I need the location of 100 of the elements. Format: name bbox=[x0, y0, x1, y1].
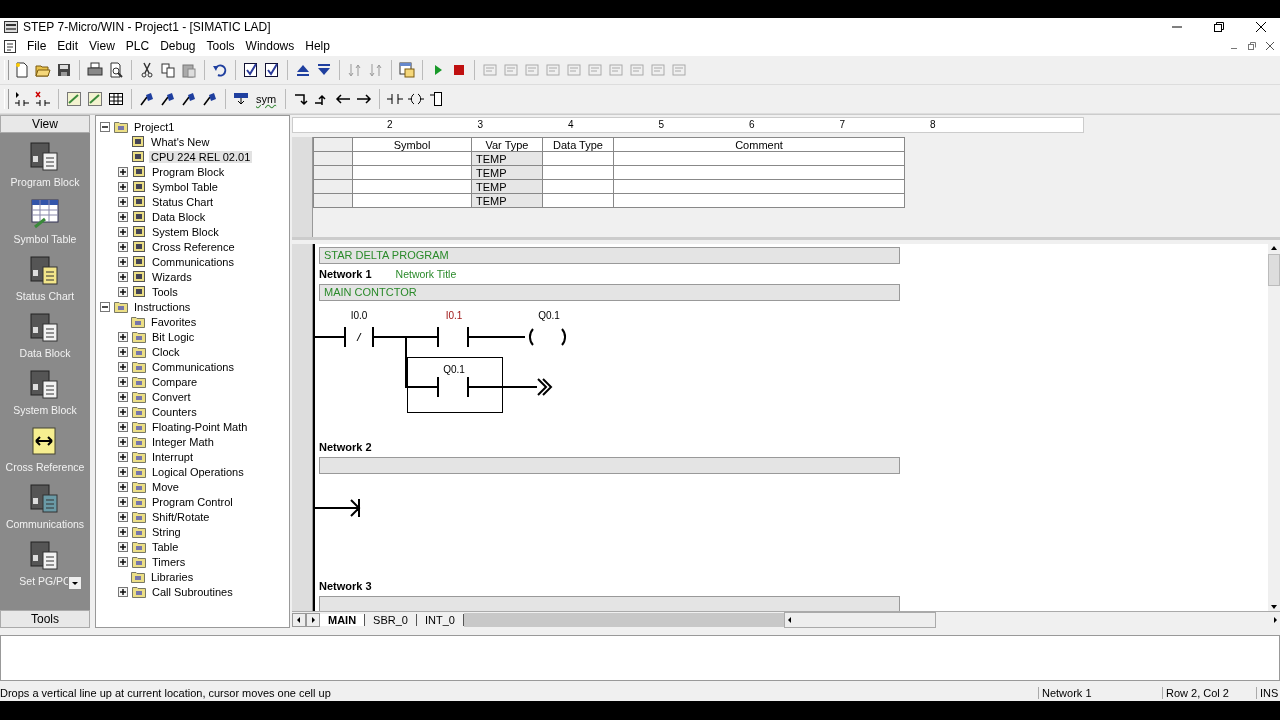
tree-item[interactable]: Cross Reference bbox=[150, 240, 237, 253]
tab[interactable]: MAIN bbox=[320, 614, 366, 626]
expand-icon[interactable] bbox=[118, 586, 128, 597]
expand-icon[interactable] bbox=[118, 406, 128, 417]
expand-icon[interactable] bbox=[118, 496, 128, 507]
normally-closed-contact[interactable] bbox=[344, 326, 374, 348]
table-cell[interactable] bbox=[613, 151, 905, 166]
expand-icon[interactable] bbox=[118, 181, 128, 192]
expand-icon[interactable] bbox=[118, 241, 128, 252]
plc-module-icon[interactable] bbox=[29, 539, 61, 571]
program-comment[interactable]: STAR DELTA PROGRAM bbox=[319, 247, 900, 264]
menu-item[interactable]: Debug bbox=[157, 39, 204, 53]
tree-item[interactable]: Logical Operations bbox=[150, 465, 246, 478]
operand-label[interactable]: I0.0 bbox=[350, 310, 368, 321]
tree-item[interactable]: Call Subroutines bbox=[150, 585, 235, 598]
expand-icon[interactable] bbox=[118, 541, 128, 552]
tree-item[interactable]: Floating-Point Math bbox=[150, 420, 250, 433]
menu-item[interactable]: Tools bbox=[203, 39, 243, 53]
tree-item[interactable]: Counters bbox=[150, 405, 199, 418]
symbol-button[interactable]: sym bbox=[254, 93, 279, 105]
table-cell[interactable] bbox=[542, 151, 614, 166]
document-icon[interactable] bbox=[4, 39, 18, 53]
tree-item[interactable]: Program Control bbox=[150, 495, 235, 508]
contact-icon[interactable] bbox=[387, 91, 404, 107]
plc-module-icon[interactable] bbox=[29, 368, 61, 400]
stop-icon[interactable] bbox=[451, 62, 467, 78]
print-preview-icon[interactable] bbox=[108, 62, 124, 78]
delete-network-icon[interactable] bbox=[35, 91, 51, 107]
menu-item[interactable]: Windows bbox=[242, 39, 303, 53]
expand-icon[interactable] bbox=[118, 226, 128, 237]
close-icon[interactable] bbox=[1266, 42, 1274, 50]
expand-icon[interactable] bbox=[118, 391, 128, 402]
expand-icon[interactable] bbox=[118, 256, 128, 267]
open-wire-arrow[interactable] bbox=[315, 498, 361, 518]
restore-icon[interactable] bbox=[1214, 22, 1224, 32]
tree-item[interactable]: Project1 bbox=[132, 120, 177, 133]
horizontal-scrollbar[interactable] bbox=[783, 612, 936, 628]
print-icon[interactable] bbox=[87, 62, 103, 78]
tree-item[interactable]: Symbol Table bbox=[150, 180, 220, 193]
tree-item[interactable]: What's New bbox=[149, 135, 212, 148]
operand-label[interactable]: I0.1 bbox=[445, 310, 463, 321]
tree-item[interactable]: Interrupt bbox=[150, 450, 195, 463]
scroll-up-icon[interactable] bbox=[1269, 244, 1279, 252]
tree-item[interactable]: Timers bbox=[150, 555, 188, 568]
scroll-down-icon[interactable] bbox=[1269, 603, 1279, 611]
collapse-icon[interactable] bbox=[100, 301, 110, 312]
save-icon[interactable] bbox=[56, 62, 72, 78]
table-cell[interactable] bbox=[352, 165, 472, 180]
tree-item[interactable]: Program Block bbox=[150, 165, 227, 178]
bookmark-icon[interactable] bbox=[160, 91, 176, 107]
copy-icon[interactable] bbox=[160, 62, 176, 78]
tree-item[interactable]: Compare bbox=[150, 375, 200, 388]
table-cell[interactable] bbox=[613, 179, 905, 194]
table-cell[interactable] bbox=[542, 165, 614, 180]
tree-item[interactable]: Integer Math bbox=[150, 435, 216, 448]
table-cell[interactable] bbox=[613, 193, 905, 208]
network-comment[interactable]: MAIN CONTCTOR bbox=[319, 284, 900, 301]
bookmark-icon[interactable] bbox=[181, 91, 197, 107]
table-icon[interactable] bbox=[29, 197, 61, 229]
expand-icon[interactable] bbox=[118, 166, 128, 177]
plc-module-icon[interactable] bbox=[29, 482, 61, 514]
plc-module-icon[interactable] bbox=[29, 140, 61, 172]
window-icon[interactable] bbox=[399, 62, 415, 78]
tree-item[interactable]: Convert bbox=[150, 390, 193, 403]
expand-icon[interactable] bbox=[118, 511, 128, 522]
cut-icon[interactable] bbox=[139, 62, 155, 78]
table-cell[interactable] bbox=[352, 193, 472, 208]
expand-icon[interactable] bbox=[118, 436, 128, 447]
tree-item[interactable]: Clock bbox=[150, 345, 182, 358]
menu-item[interactable]: PLC bbox=[122, 39, 158, 53]
tab[interactable]: INT_0 bbox=[416, 614, 464, 626]
expand-icon[interactable] bbox=[118, 211, 128, 222]
table-cell[interactable] bbox=[352, 151, 472, 166]
grid-icon[interactable] bbox=[108, 91, 124, 107]
plc-module-icon[interactable] bbox=[29, 254, 61, 286]
operand-label[interactable]: Q0.1 bbox=[443, 364, 465, 375]
tree-item[interactable]: CPU 224 REL 02.01 bbox=[149, 150, 253, 163]
coil-icon[interactable] bbox=[408, 91, 425, 107]
table-cell[interactable] bbox=[352, 179, 472, 194]
menu-item[interactable]: Help bbox=[302, 39, 338, 53]
expand-icon[interactable] bbox=[118, 286, 128, 297]
scrollbar-thumb[interactable] bbox=[1268, 254, 1280, 286]
tree-item[interactable]: Wizards bbox=[150, 270, 194, 283]
undo-icon[interactable] bbox=[212, 62, 228, 78]
expand-icon[interactable] bbox=[118, 556, 128, 567]
tree-item[interactable]: Data Block bbox=[150, 210, 208, 223]
menu-item[interactable]: Edit bbox=[54, 39, 87, 53]
tree-item[interactable]: Move bbox=[150, 480, 181, 493]
checkbox-icon[interactable] bbox=[264, 62, 280, 78]
tree-item[interactable]: Communications bbox=[150, 255, 236, 268]
tree-item[interactable]: Instructions bbox=[132, 300, 193, 313]
tree-item[interactable]: Status Chart bbox=[150, 195, 216, 208]
checkbox-icon[interactable] bbox=[243, 62, 259, 78]
normally-open-contact[interactable] bbox=[437, 326, 469, 348]
network-title[interactable]: Network Title bbox=[395, 268, 457, 280]
tree-item[interactable]: Bit Logic bbox=[150, 330, 197, 343]
collapse-icon[interactable] bbox=[100, 121, 110, 132]
tab[interactable]: SBR_0 bbox=[365, 614, 417, 626]
line-down-icon[interactable] bbox=[293, 91, 310, 107]
tab-scroll-left-icon[interactable] bbox=[292, 613, 306, 627]
